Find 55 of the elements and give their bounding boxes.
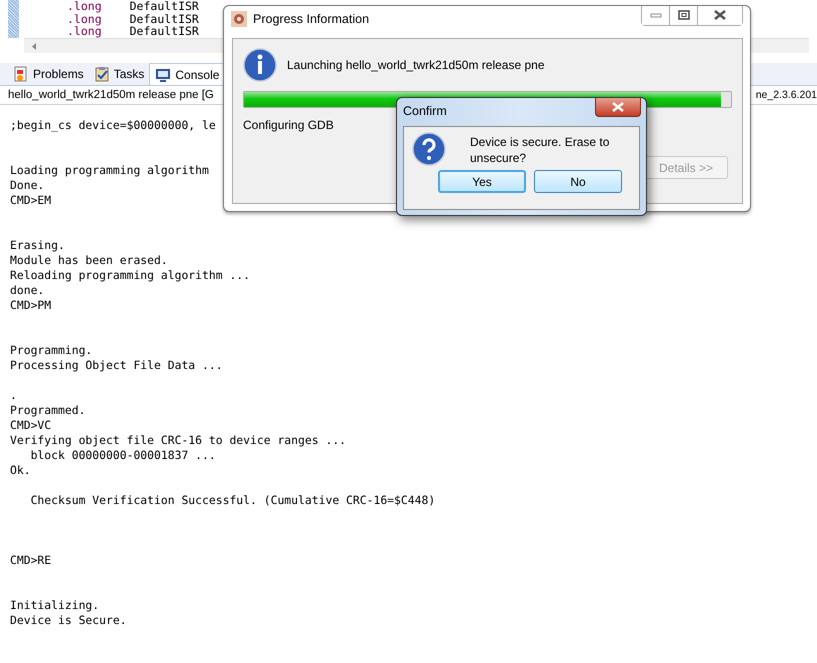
dialog-button[interactable]: Yes	[438, 170, 526, 193]
confirm-message: Device is secure. Erase to unsecure?	[470, 134, 610, 166]
restore-button[interactable]	[670, 6, 698, 24]
console-line: block 00000000-00001837 ...	[30, 448, 216, 463]
progress-message: Launching hello_world_twrk21d50m release pne	[287, 58, 545, 72]
monitor-icon	[155, 66, 172, 82]
app-icon	[231, 11, 247, 27]
console-title: ne_2.3.6.201	[756, 89, 817, 101]
console-line: Verifying object file CRC-16 to device ranges ...	[10, 433, 346, 448]
editor-ruler	[8, 0, 19, 38]
code-value: DefaultISR	[130, 0, 199, 13]
close-icon	[713, 10, 727, 20]
window-title: Progress Information	[253, 12, 370, 26]
code-keyword: .long	[67, 12, 102, 26]
view-tab[interactable]: Problems	[8, 63, 89, 85]
minimize-icon	[650, 12, 662, 18]
dialog-button[interactable]: No	[534, 170, 622, 193]
console-line: Module has been erased.	[10, 253, 168, 268]
view-tab[interactable]: Tasks	[88, 63, 150, 85]
console-line: CMD>VC	[10, 418, 52, 433]
minimize-button[interactable]	[642, 6, 670, 24]
console-title: hello_world_twrk21d50m release pne [G	[8, 89, 214, 101]
console-line: CMD>RE	[10, 553, 52, 568]
clipboard-icon	[94, 66, 110, 82]
console-line: Erasing.	[10, 238, 65, 253]
console-line: Done.	[10, 178, 44, 193]
close-icon	[611, 102, 625, 112]
console-line: CMD>PM	[10, 298, 52, 313]
console-line: Ok.	[10, 463, 31, 478]
status-text: Configuring GDB	[243, 118, 335, 132]
info-icon	[243, 48, 277, 82]
console-line: Checksum Verification Successful. (Cumulative CRC-16=$C448)	[30, 493, 436, 508]
code-value: DefaultISR	[130, 12, 199, 26]
problems-icon	[13, 66, 29, 82]
code-value: DefaultISR	[130, 24, 199, 38]
console-line: ;begin_cs device=$00000000, le	[10, 118, 216, 133]
scroll-left-icon[interactable]	[32, 42, 37, 50]
console-line: Reloading programming algorithm ...	[10, 268, 250, 283]
console-line: Device is Secure.	[10, 613, 127, 628]
console-line: .	[10, 388, 17, 403]
console-line: done.	[10, 283, 44, 298]
question-icon	[412, 132, 446, 166]
console-line: Programming.	[10, 343, 92, 358]
restore-icon	[678, 10, 690, 20]
console-line: Programmed.	[10, 403, 86, 418]
console-line: Loading programming algorithm	[10, 163, 209, 178]
close-button[interactable]	[595, 98, 641, 116]
dialog-title: Confirm	[403, 104, 447, 118]
code-keyword: .long	[67, 0, 102, 13]
view-tab[interactable]: Console	[149, 63, 226, 85]
close-button[interactable]	[698, 6, 742, 24]
console-line: Processing Object File Data ...	[10, 358, 223, 373]
console-line: CMD>EM	[10, 193, 52, 208]
console-line: Initializing.	[10, 598, 100, 613]
code-keyword: .long	[67, 24, 102, 38]
